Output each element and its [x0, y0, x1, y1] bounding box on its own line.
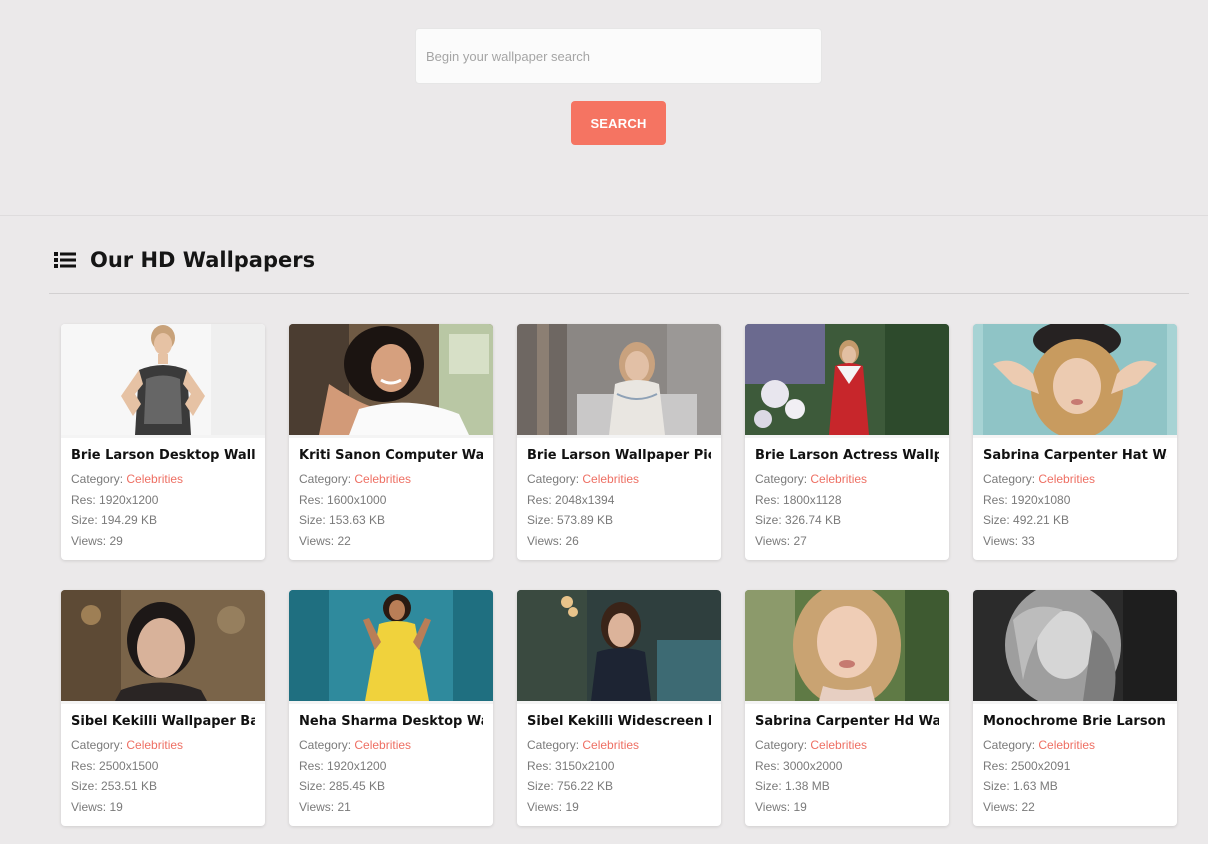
- wallpaper-resolution: Res: 3000x2000: [755, 758, 843, 773]
- wallpaper-views: Views: 19: [755, 799, 807, 814]
- wallpaper-card[interactable]: Brie Larson Actress Wallpaper Category: …: [745, 324, 949, 560]
- wallpaper-title[interactable]: Brie Larson Wallpaper Picture: [527, 448, 711, 466]
- wallpaper-views: Views: 26: [527, 533, 579, 548]
- wallpaper-views: Views: 22: [983, 799, 1035, 814]
- wallpaper-title[interactable]: Brie Larson Desktop Wallpaper: [71, 448, 255, 466]
- wallpaper-views: Views: 19: [71, 799, 123, 814]
- wallpaper-size: Size: 253.51 KB: [71, 779, 158, 793]
- wallpaper-resolution: Res: 2048x1394: [527, 492, 615, 507]
- wallpaper-title[interactable]: Sabrina Carpenter Hd Wallpaper: [755, 714, 939, 732]
- wallpaper-views: Views: 19: [527, 799, 579, 814]
- wallpaper-thumbnail[interactable]: [745, 324, 949, 435]
- wallpaper-title[interactable]: Sabrina Carpenter Hat Wallpaper: [983, 448, 1167, 466]
- wallpaper-resolution: Res: 1800x1128: [755, 492, 842, 507]
- wallpaper-thumbnail[interactable]: [517, 590, 721, 701]
- section-title: Our HD Wallpapers: [90, 248, 316, 272]
- category-link[interactable]: Celebrities: [354, 738, 411, 752]
- wallpaper-size: Size: 153.63 KB: [299, 513, 386, 527]
- wallpaper-card[interactable]: Sibel Kekilli Widescreen Hd Wallpaper Ca…: [517, 590, 721, 826]
- wallpaper-title[interactable]: Sibel Kekilli Widescreen Hd Wallpaper: [527, 714, 711, 732]
- wallpaper-size: Size: 573.89 KB: [527, 513, 614, 527]
- wallpaper-grid: Brie Larson Desktop Wallpaper Category: …: [61, 324, 1177, 826]
- section-divider: [49, 293, 1189, 294]
- wallpaper-thumbnail[interactable]: [973, 590, 1177, 701]
- wallpaper-card[interactable]: Sibel Kekilli Wallpaper Background Categ…: [61, 590, 265, 826]
- wallpaper-category: Category: Celebrities: [755, 738, 868, 752]
- wallpaper-category: Category: Celebrities: [527, 738, 640, 752]
- wallpaper-category: Category: Celebrities: [299, 472, 412, 486]
- wallpaper-category: Category: Celebrities: [527, 472, 640, 486]
- wallpaper-size: Size: 194.29 KB: [71, 513, 158, 527]
- wallpaper-category: Category: Celebrities: [983, 472, 1096, 486]
- wallpaper-card[interactable]: Neha Sharma Desktop Wallpaper Category: …: [289, 590, 493, 826]
- wallpaper-size: Size: 492.21 KB: [983, 513, 1070, 527]
- section-header: Our HD Wallpapers: [54, 244, 315, 276]
- search-divider: [0, 215, 1208, 216]
- category-link[interactable]: Celebrities: [810, 472, 867, 486]
- wallpaper-title[interactable]: Monochrome Brie Larson Wallpaper: [983, 714, 1167, 732]
- wallpaper-resolution: Res: 1920x1200: [71, 492, 159, 507]
- wallpaper-card[interactable]: Sabrina Carpenter Hd Wallpaper Category:…: [745, 590, 949, 826]
- wallpaper-title[interactable]: Kriti Sanon Computer Wallpaper: [299, 448, 483, 466]
- wallpaper-size: Size: 756.22 KB: [527, 779, 614, 793]
- search-button[interactable]: SEARCH: [571, 101, 666, 145]
- wallpaper-thumbnail[interactable]: [61, 590, 265, 701]
- wallpaper-size: Size: 1.38 MB: [755, 779, 830, 793]
- category-link[interactable]: Celebrities: [582, 738, 639, 752]
- wallpaper-title[interactable]: Neha Sharma Desktop Wallpaper: [299, 714, 483, 732]
- wallpaper-views: Views: 21: [299, 799, 351, 814]
- wallpaper-card[interactable]: Kriti Sanon Computer Wallpaper Category:…: [289, 324, 493, 560]
- wallpaper-category: Category: Celebrities: [755, 472, 868, 486]
- category-link[interactable]: Celebrities: [126, 738, 183, 752]
- wallpaper-views: Views: 29: [71, 533, 123, 548]
- wallpaper-resolution: Res: 1920x1080: [983, 492, 1071, 507]
- wallpaper-views: Views: 33: [983, 533, 1035, 548]
- wallpaper-card[interactable]: Brie Larson Wallpaper Picture Category: …: [517, 324, 721, 560]
- wallpaper-category: Category: Celebrities: [71, 472, 184, 486]
- wallpaper-category: Category: Celebrities: [299, 738, 412, 752]
- wallpaper-views: Views: 22: [299, 533, 351, 548]
- wallpaper-size: Size: 326.74 KB: [755, 513, 842, 527]
- wallpaper-title[interactable]: Sibel Kekilli Wallpaper Background: [71, 714, 255, 732]
- wallpaper-category: Category: Celebrities: [983, 738, 1096, 752]
- wallpaper-category: Category: Celebrities: [71, 738, 184, 752]
- category-link[interactable]: Celebrities: [582, 472, 639, 486]
- wallpaper-views: Views: 27: [755, 533, 807, 548]
- wallpaper-thumbnail[interactable]: [61, 324, 265, 435]
- search-input[interactable]: [415, 28, 822, 84]
- wallpaper-thumbnail[interactable]: [973, 324, 1177, 435]
- category-link[interactable]: Celebrities: [810, 738, 867, 752]
- wallpaper-card[interactable]: Brie Larson Desktop Wallpaper Category: …: [61, 324, 265, 560]
- wallpaper-thumbnail[interactable]: [745, 590, 949, 701]
- wallpaper-resolution: Res: 2500x1500: [71, 758, 159, 773]
- wallpaper-card[interactable]: Sabrina Carpenter Hat Wallpaper Category…: [973, 324, 1177, 560]
- category-link[interactable]: Celebrities: [126, 472, 183, 486]
- list-icon: [54, 252, 76, 268]
- search-area: SEARCH: [0, 0, 1208, 215]
- wallpaper-thumbnail[interactable]: [517, 324, 721, 435]
- wallpaper-resolution: Res: 1920x1200: [299, 758, 387, 773]
- wallpaper-thumbnail[interactable]: [289, 590, 493, 701]
- wallpaper-title[interactable]: Brie Larson Actress Wallpaper: [755, 448, 939, 466]
- wallpaper-size: Size: 1.63 MB: [983, 779, 1058, 793]
- category-link[interactable]: Celebrities: [354, 472, 411, 486]
- wallpaper-size: Size: 285.45 KB: [299, 779, 386, 793]
- category-link[interactable]: Celebrities: [1038, 738, 1095, 752]
- wallpaper-resolution: Res: 3150x2100: [527, 758, 615, 773]
- wallpaper-card[interactable]: Monochrome Brie Larson Wallpaper Categor…: [973, 590, 1177, 826]
- wallpaper-thumbnail[interactable]: [289, 324, 493, 435]
- wallpaper-resolution: Res: 1600x1000: [299, 492, 387, 507]
- category-link[interactable]: Celebrities: [1038, 472, 1095, 486]
- wallpaper-resolution: Res: 2500x2091: [983, 758, 1071, 773]
